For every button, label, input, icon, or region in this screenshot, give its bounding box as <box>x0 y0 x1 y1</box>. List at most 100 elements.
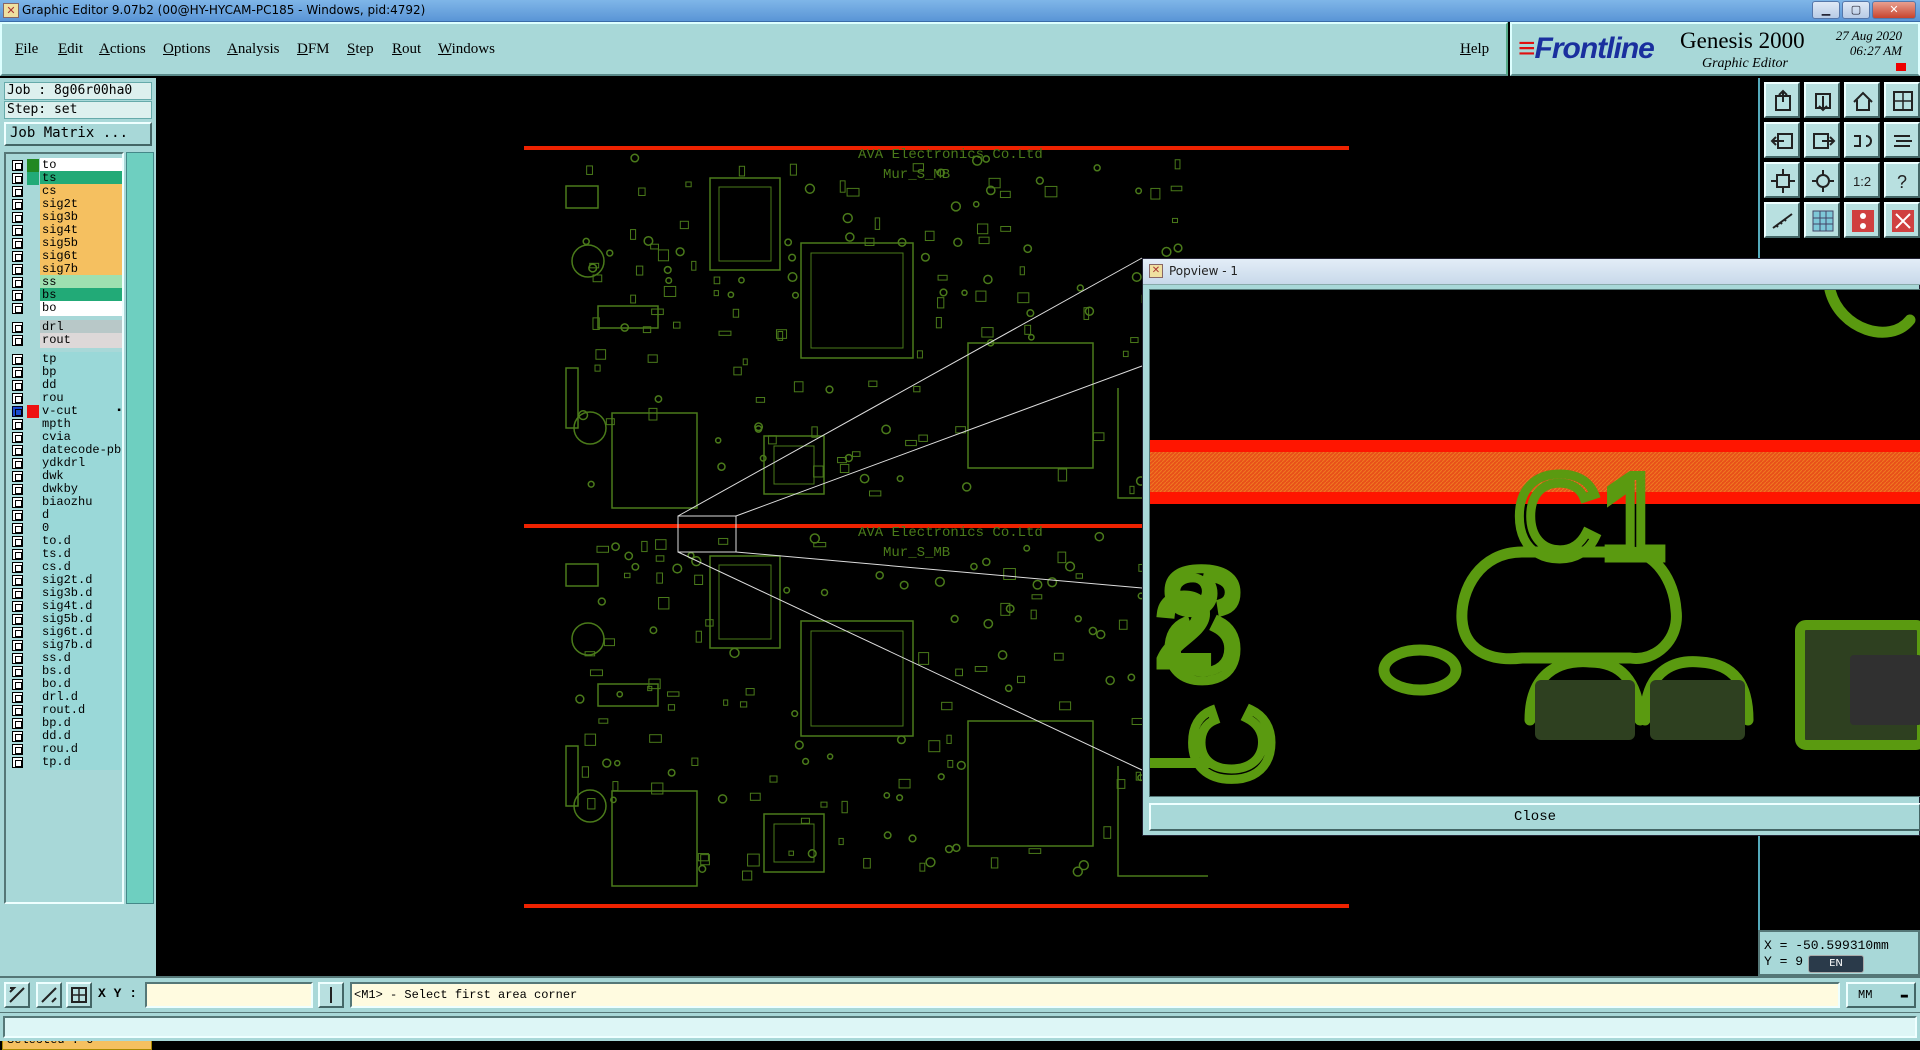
layer-checkbox[interactable] <box>12 471 23 482</box>
layer-checkbox[interactable] <box>12 290 23 301</box>
pan-left-icon[interactable] <box>1764 122 1800 158</box>
menu-step[interactable]: Step <box>347 41 374 58</box>
home-icon[interactable] <box>1844 82 1880 118</box>
popview-canvas[interactable]: C1 C9 2 C <box>1149 289 1920 797</box>
menu-rout[interactable]: Rout <box>392 41 421 58</box>
page-up-icon[interactable] <box>1764 82 1800 118</box>
text-cursor-icon[interactable] <box>318 982 344 1008</box>
layer-checkbox[interactable] <box>12 322 23 333</box>
units-selector[interactable]: MM ▬ <box>1846 982 1916 1008</box>
layer-row-bo[interactable]: bo <box>8 301 122 316</box>
layer-checkbox[interactable] <box>12 575 23 586</box>
layer-checkbox[interactable] <box>12 160 23 171</box>
layer-checkbox[interactable] <box>12 757 23 768</box>
layer-row-tp-d[interactable]: tp.d <box>8 755 122 770</box>
popview-title: Popview - 1 <box>1169 264 1238 278</box>
layer-checkbox[interactable] <box>12 458 23 469</box>
layer-checkbox[interactable] <box>12 536 23 547</box>
menu-dfm[interactable]: DFM <box>297 41 330 58</box>
window-icon[interactable] <box>1884 82 1920 118</box>
layer-checkbox[interactable] <box>12 679 23 690</box>
line-mode-icon[interactable] <box>36 982 62 1008</box>
layer-checkbox[interactable] <box>12 640 23 651</box>
page-down-icon[interactable] <box>1804 82 1840 118</box>
layer-checkbox[interactable] <box>12 393 23 404</box>
layer-checkbox[interactable] <box>12 212 23 223</box>
dropdown-icon: ▬ <box>1900 988 1908 1002</box>
layer-checkbox[interactable] <box>12 277 23 288</box>
job-matrix-button[interactable]: Job Matrix ... <box>4 122 152 146</box>
maximize-button[interactable]: ▢ <box>1842 1 1870 19</box>
snap-grid-icon[interactable] <box>66 982 92 1008</box>
flip-icon[interactable] <box>1884 122 1920 158</box>
layer-checkbox[interactable] <box>12 354 23 365</box>
layer-checkbox[interactable] <box>12 199 23 210</box>
layer-list-scrollbar[interactable] <box>126 152 154 904</box>
layer-checkbox[interactable] <box>12 601 23 612</box>
layer-checkbox[interactable] <box>12 303 23 314</box>
layer-checkbox[interactable] <box>12 380 23 391</box>
window-title: Graphic Editor 9.07b2 (00@HY-HYCAM-PC185… <box>22 3 426 17</box>
pad-outline <box>1378 644 1462 696</box>
layer-checkbox[interactable] <box>12 484 23 495</box>
pan-right-icon[interactable] <box>1804 122 1840 158</box>
layer-checkbox[interactable] <box>12 510 23 521</box>
layer-checkbox[interactable] <box>12 419 23 430</box>
layer-checkbox[interactable] <box>12 225 23 236</box>
layer-checkbox[interactable] <box>12 186 23 197</box>
layer-checkbox[interactable] <box>12 173 23 184</box>
layer-checkbox[interactable] <box>12 588 23 599</box>
menu-help[interactable]: Help <box>1460 41 1489 58</box>
fit-all-icon[interactable] <box>1764 162 1800 198</box>
select-mode-icon[interactable] <box>4 982 30 1008</box>
menu-edit[interactable]: Edit <box>58 41 83 58</box>
layer-checkbox[interactable] <box>12 705 23 716</box>
layer-checkbox[interactable] <box>12 549 23 560</box>
layer-checkbox[interactable] <box>12 653 23 664</box>
layer-checkbox[interactable] <box>12 432 23 443</box>
layer-checkbox[interactable] <box>12 692 23 703</box>
layer-checkbox[interactable] <box>12 335 23 346</box>
minimize-button[interactable]: ▁ <box>1812 1 1840 19</box>
rotate-icon[interactable] <box>1844 122 1880 158</box>
menu-options[interactable]: Options <box>163 41 211 58</box>
layer-checkbox[interactable] <box>12 627 23 638</box>
layer-row-rout[interactable]: rout <box>8 333 122 348</box>
help-icon[interactable]: ? <box>1884 162 1920 198</box>
layer-checkbox[interactable] <box>12 614 23 625</box>
layer-checkbox[interactable] <box>12 264 23 275</box>
layer-checkbox[interactable] <box>12 406 23 417</box>
grid-icon[interactable] <box>1804 202 1840 238</box>
ime-language-badge[interactable]: EN <box>1808 955 1864 973</box>
layer-checkbox[interactable] <box>12 367 23 378</box>
layer-color-swatch <box>27 334 39 347</box>
scale-icon[interactable]: 1:2 <box>1844 162 1880 198</box>
ruler-icon[interactable] <box>1764 202 1800 238</box>
board-model-label: Mur_S_MB <box>883 545 950 561</box>
snap-icon[interactable] <box>1844 202 1880 238</box>
layer-name[interactable]: bo <box>40 301 122 316</box>
menu-windows[interactable]: Windows <box>438 41 495 58</box>
popview-title-bar[interactable]: ✕ Popview - 1 <box>1143 259 1920 285</box>
layer-checkbox[interactable] <box>12 251 23 262</box>
layer-checkbox[interactable] <box>12 497 23 508</box>
layer-checkbox[interactable] <box>12 744 23 755</box>
measure-icon[interactable] <box>1884 202 1920 238</box>
zoom-center-icon[interactable] <box>1804 162 1840 198</box>
close-button[interactable]: ✕ <box>1872 1 1916 19</box>
layer-checkbox[interactable] <box>12 666 23 677</box>
layer-checkbox[interactable] <box>12 523 23 534</box>
layer-checkbox[interactable] <box>12 445 23 456</box>
popview-close-button[interactable]: Close <box>1149 803 1920 831</box>
layer-checkbox[interactable] <box>12 731 23 742</box>
xy-coordinate-input[interactable] <box>145 982 313 1008</box>
layer-name[interactable]: tp.d <box>40 755 122 770</box>
frontline-logo: ≡Frontline <box>1518 32 1655 65</box>
layer-checkbox[interactable] <box>12 238 23 249</box>
layer-checkbox[interactable] <box>12 562 23 573</box>
layer-name[interactable]: rout <box>40 333 122 348</box>
menu-file[interactable]: File <box>15 41 38 58</box>
layer-checkbox[interactable] <box>12 718 23 729</box>
menu-actions[interactable]: Actions <box>99 41 146 58</box>
menu-analysis[interactable]: Analysis <box>227 41 280 58</box>
